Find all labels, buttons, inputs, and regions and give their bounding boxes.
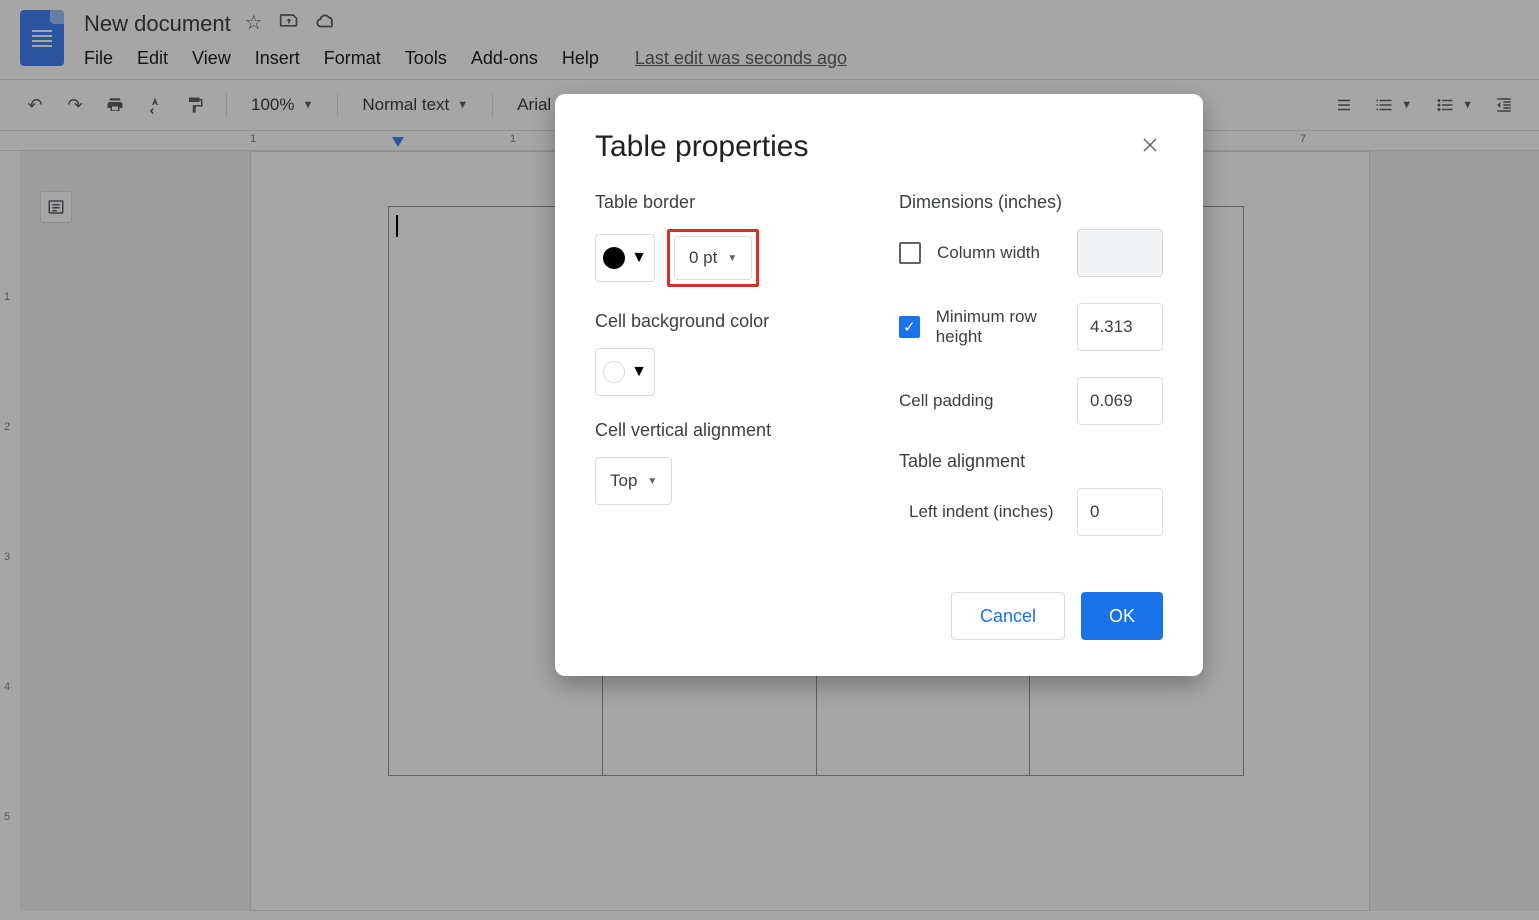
left-indent-input[interactable]: [1077, 488, 1163, 536]
col-width-row: Column width: [899, 229, 1163, 277]
dialog-body: Table border ▼ 0 pt ▼ Cell background co…: [595, 192, 1163, 562]
left-indent-label: Left indent (inches): [909, 502, 1054, 522]
chevron-down-icon: ▼: [631, 363, 647, 381]
color-swatch-icon: [603, 247, 625, 269]
right-column: Dimensions (inches) Column width ✓ Minim…: [899, 192, 1163, 562]
border-width-value: 0 pt: [689, 248, 717, 268]
table-border-label: Table border: [595, 192, 859, 213]
close-button[interactable]: [1137, 130, 1163, 164]
cell-padding-label: Cell padding: [899, 391, 994, 411]
color-swatch-icon: [603, 361, 625, 383]
valign-dropdown[interactable]: Top ▼: [595, 457, 672, 505]
left-column: Table border ▼ 0 pt ▼ Cell background co…: [595, 192, 859, 562]
col-width-checkbox[interactable]: [899, 242, 921, 264]
row-height-checkbox[interactable]: ✓: [899, 316, 920, 338]
dialog-footer: Cancel OK: [595, 592, 1163, 640]
valign-value: Top: [610, 471, 637, 491]
dialog-title: Table properties: [595, 130, 808, 164]
col-width-input: [1077, 229, 1163, 277]
cell-padding-row: Cell padding: [899, 377, 1163, 425]
chevron-down-icon: ▼: [647, 476, 657, 487]
border-row: ▼ 0 pt ▼: [595, 229, 859, 287]
border-width-dropdown[interactable]: 0 pt ▼: [674, 236, 752, 280]
bg-row: ▼: [595, 348, 859, 396]
left-indent-row: Left indent (inches): [899, 488, 1163, 536]
table-align-label: Table alignment: [899, 451, 1163, 472]
table-properties-dialog: Table properties Table border ▼ 0 pt ▼: [555, 94, 1203, 676]
row-height-input[interactable]: [1077, 303, 1163, 351]
chevron-down-icon: ▼: [727, 253, 737, 264]
dimensions-label: Dimensions (inches): [899, 192, 1163, 213]
highlight-box: 0 pt ▼: [667, 229, 759, 287]
dialog-header: Table properties: [595, 130, 1163, 164]
col-width-label: Column width: [937, 243, 1040, 263]
valign-row: Top ▼: [595, 457, 859, 505]
row-height-check: ✓ Minimum row height: [899, 307, 1077, 347]
col-width-check: Column width: [899, 242, 1040, 264]
row-height-row: ✓ Minimum row height: [899, 303, 1163, 351]
cell-padding-input[interactable]: [1077, 377, 1163, 425]
cell-bg-label: Cell background color: [595, 311, 859, 332]
chevron-down-icon: ▼: [631, 249, 647, 267]
row-height-label: Minimum row height: [936, 307, 1077, 347]
border-color-button[interactable]: ▼: [595, 234, 655, 282]
ok-button[interactable]: OK: [1081, 592, 1163, 640]
cancel-button[interactable]: Cancel: [951, 592, 1065, 640]
cell-bg-button[interactable]: ▼: [595, 348, 655, 396]
valign-label: Cell vertical alignment: [595, 420, 859, 441]
